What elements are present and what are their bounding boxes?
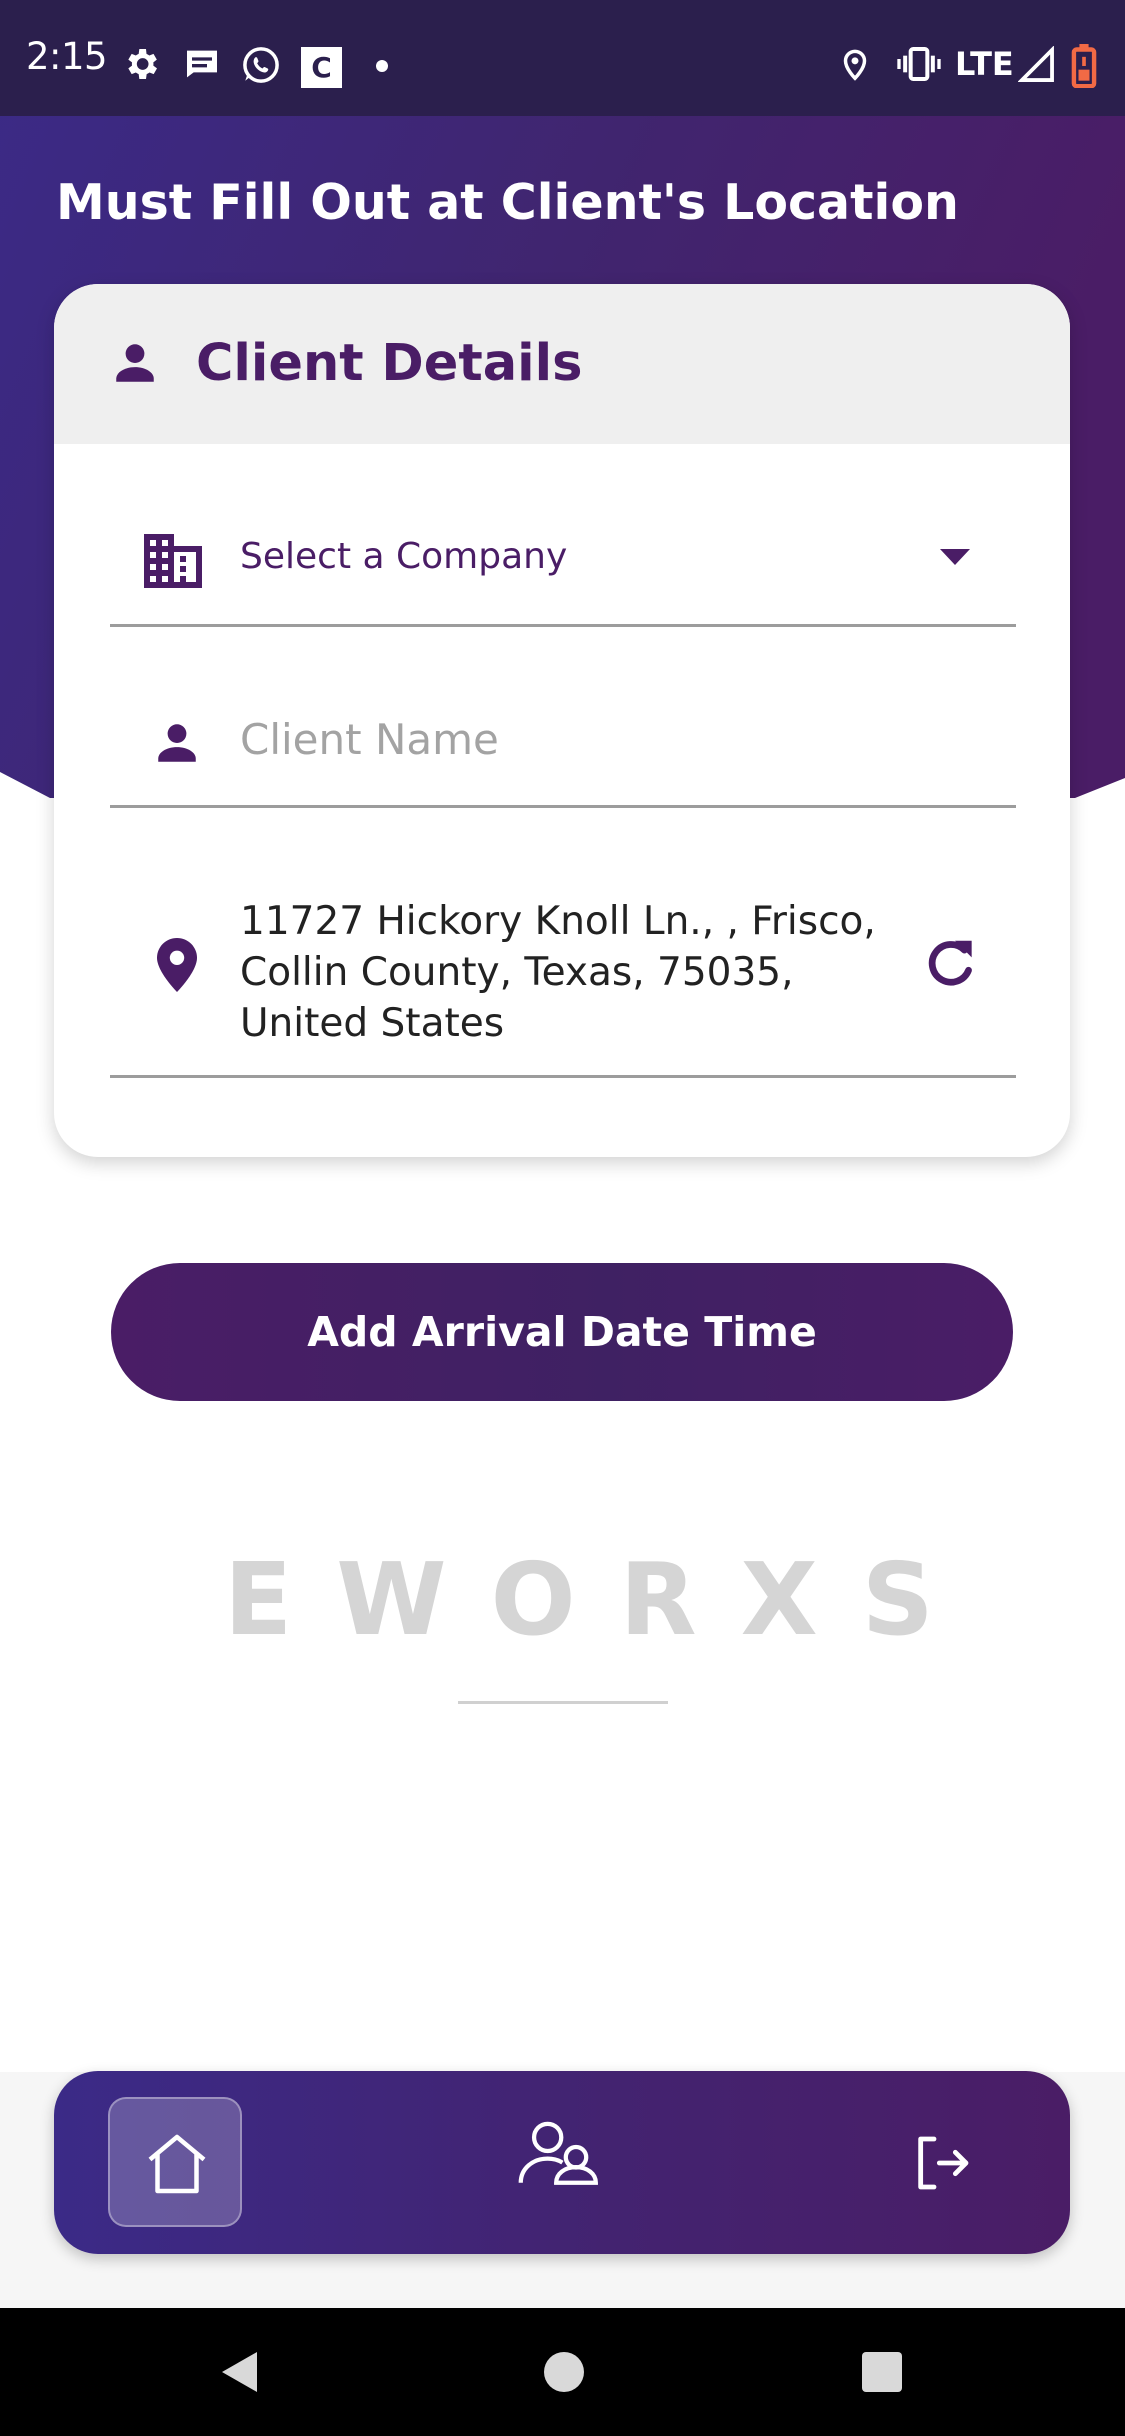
users-icon [518, 2121, 598, 2185]
company-select-label: Select a Company [240, 536, 568, 577]
whatsapp-icon [240, 44, 282, 86]
page-heading: Must Fill Out at Client's Location [56, 174, 959, 231]
chevron-down-icon[interactable] [940, 549, 970, 565]
client-details-card: Client Details Select a Company Client N… [54, 284, 1070, 1157]
nav-home-button[interactable] [108, 2097, 242, 2227]
c-app-icon: C [301, 47, 342, 88]
nav-logout-button[interactable] [902, 2123, 982, 2203]
status-bar: 2:15 C LTE [0, 0, 1125, 116]
location-pin-icon [157, 938, 197, 992]
add-arrival-date-time-button[interactable]: Add Arrival Date Time [111, 1263, 1013, 1401]
gear-icon [121, 44, 161, 84]
battery-icon [1071, 44, 1097, 88]
home-icon [148, 2134, 206, 2194]
vibrate-icon [897, 44, 941, 84]
refresh-icon[interactable] [920, 932, 982, 994]
location-icon [836, 44, 874, 84]
recents-icon[interactable] [859, 2308, 905, 2436]
person-icon [152, 718, 202, 768]
card-title: Client Details [196, 334, 583, 393]
brand-underline [458, 1701, 668, 1704]
client-name-underline [110, 805, 1016, 808]
dot-icon [376, 60, 388, 72]
bottom-nav [54, 2071, 1070, 2254]
client-name-input[interactable] [240, 704, 940, 774]
nav-profile-button[interactable] [506, 2119, 606, 2209]
building-icon [144, 534, 202, 588]
home-circle-icon[interactable] [540, 2308, 588, 2436]
status-time: 2:15 [26, 35, 108, 78]
message-icon [182, 44, 222, 84]
signal-icon [1018, 46, 1056, 84]
brand-logo: EWORXS [224, 1541, 978, 1658]
card-header: Client Details [54, 284, 1070, 444]
address-text: 11727 Hickory Knoll Ln., , Frisco, Colli… [240, 899, 876, 1046]
system-nav-bar [0, 2308, 1125, 2436]
address-underline [110, 1075, 1016, 1078]
back-icon[interactable] [212, 2308, 272, 2436]
company-select-underline [110, 624, 1016, 627]
logout-icon [918, 2136, 969, 2190]
network-type: LTE [955, 45, 1014, 83]
person-icon [110, 338, 160, 388]
